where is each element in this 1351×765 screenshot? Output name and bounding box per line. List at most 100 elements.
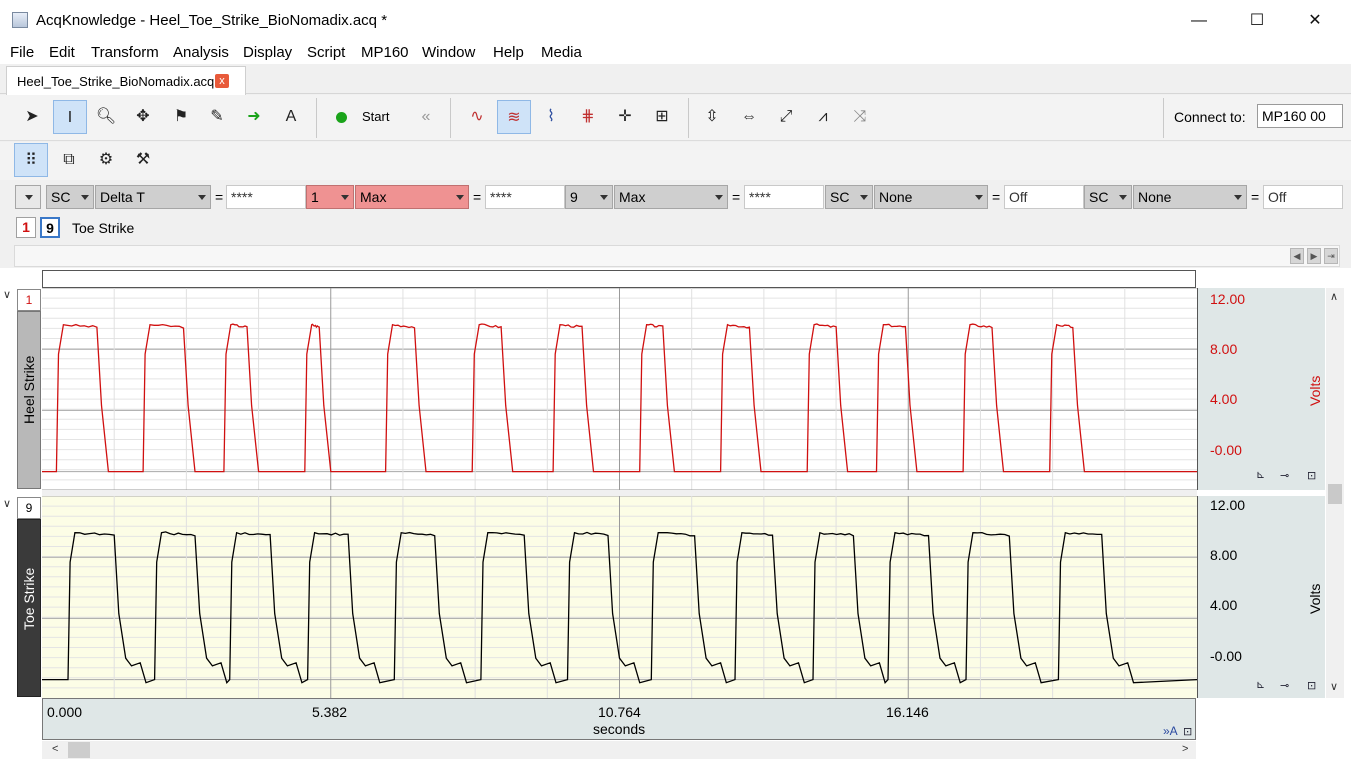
channel-1-number: 1 bbox=[17, 289, 41, 311]
xy-plot-icon[interactable]: ⌇ bbox=[534, 100, 568, 134]
horizontal-scroll-thumb[interactable] bbox=[68, 742, 90, 758]
waveform-plot[interactable] bbox=[42, 288, 1197, 698]
scroll-left-icon[interactable]: < bbox=[52, 743, 58, 755]
connect-select[interactable]: MP160 00 bbox=[1257, 104, 1343, 128]
grid-dots-icon[interactable]: ⠿ bbox=[14, 143, 48, 177]
measurement-expand-button[interactable] bbox=[15, 185, 41, 209]
channel-1-label-bar[interactable]: Heel Strike bbox=[17, 311, 41, 489]
i-beam-cursor-icon[interactable]: I bbox=[53, 100, 87, 134]
event-strip[interactable] bbox=[42, 270, 1196, 288]
top-scrollbar[interactable] bbox=[14, 245, 1340, 267]
menu-transform[interactable]: Transform bbox=[91, 44, 159, 61]
gear-icon[interactable]: ⚙ bbox=[89, 143, 123, 177]
m5-type-dropdown[interactable]: None bbox=[1133, 185, 1247, 209]
m4-channel-dropdown[interactable]: SC bbox=[825, 185, 873, 209]
annotation-icon[interactable]: A bbox=[274, 100, 308, 134]
scroll-icon[interactable]: ✥ bbox=[126, 100, 160, 134]
grid-layout-icon[interactable]: ⊞ bbox=[645, 100, 679, 134]
horizontal-scrollbar[interactable]: < > bbox=[42, 741, 1196, 759]
document-tab-close-icon[interactable]: x bbox=[215, 74, 229, 88]
channel-9-unit: Volts bbox=[1307, 583, 1323, 614]
arrow-cursor-icon[interactable]: ➤ bbox=[15, 100, 49, 134]
stacked-waves-icon[interactable]: ≋ bbox=[497, 100, 531, 134]
collapse-caret-icon[interactable]: ∨ bbox=[3, 288, 11, 301]
toolbar-separator bbox=[1163, 98, 1164, 138]
m1-channel-dropdown[interactable]: SC bbox=[46, 185, 94, 209]
m1-channel-value: SC bbox=[51, 189, 71, 205]
scroll-right-icon[interactable]: > bbox=[1182, 743, 1188, 755]
lock-icon[interactable]: ⊡ bbox=[1183, 725, 1192, 738]
m4-type-dropdown[interactable]: None bbox=[874, 185, 988, 209]
m3-type-dropdown[interactable]: Max bbox=[614, 185, 728, 209]
m2-channel-dropdown[interactable]: 1 bbox=[306, 185, 354, 209]
menu-mp160[interactable]: MP160 bbox=[361, 44, 409, 61]
channel-9-ytick: 4.00 bbox=[1210, 597, 1238, 613]
rewind-icon[interactable]: « bbox=[409, 100, 443, 134]
fit-all-icon[interactable]: ⤢ bbox=[769, 100, 803, 134]
channel-9-button[interactable]: 9 bbox=[40, 217, 60, 238]
start-button[interactable]: Start bbox=[326, 100, 410, 134]
lock-icon[interactable]: ⊡ bbox=[1307, 679, 1316, 692]
overlap-waves-icon[interactable]: ∿ bbox=[460, 100, 494, 134]
vertical-scrollbar[interactable]: ∧ ∨ bbox=[1326, 288, 1344, 698]
axis-scale-icon[interactable]: ⊸ bbox=[1280, 469, 1289, 482]
m5-channel-dropdown[interactable]: SC bbox=[1084, 185, 1132, 209]
axis-settings-icon[interactable]: ⊾ bbox=[1256, 468, 1265, 481]
menu-file[interactable]: File bbox=[10, 44, 34, 61]
waveform-icon[interactable]: ⩘ bbox=[806, 100, 840, 134]
maximize-button[interactable]: ☐ bbox=[1234, 6, 1280, 36]
m1-type-value: Delta T bbox=[100, 189, 145, 205]
scroll-right-icon[interactable]: ▶ bbox=[1307, 248, 1321, 264]
tools-icon[interactable]: ⚒ bbox=[126, 143, 160, 177]
document-tab[interactable]: Heel_Toe_Strike_BioNomadix.acq x bbox=[6, 66, 246, 95]
m5-channel-value: SC bbox=[1089, 189, 1109, 205]
menu-window[interactable]: Window bbox=[422, 44, 475, 61]
menu-analysis[interactable]: Analysis bbox=[173, 44, 229, 61]
channel-9-ytick: 8.00 bbox=[1210, 547, 1238, 563]
autoscale-vertical-icon[interactable]: ⇳ bbox=[695, 100, 729, 134]
scroll-left-icon[interactable]: ◀ bbox=[1290, 248, 1304, 264]
menu-edit[interactable]: Edit bbox=[49, 44, 75, 61]
scope-icon[interactable]: ⋕ bbox=[571, 100, 605, 134]
add-window-icon[interactable]: ⧉ bbox=[52, 143, 86, 177]
m3-equals: = bbox=[732, 189, 741, 205]
scroll-down-icon[interactable]: ∨ bbox=[1330, 680, 1338, 693]
collapse-caret-icon[interactable]: ∨ bbox=[3, 497, 11, 510]
m3-channel-dropdown[interactable]: 9 bbox=[565, 185, 613, 209]
m2-equals: = bbox=[473, 189, 482, 205]
channel-9-label-bar[interactable]: Toe Strike bbox=[17, 519, 41, 697]
channel-9-label: Toe Strike bbox=[21, 567, 37, 630]
xtick: 0.000 bbox=[47, 704, 83, 720]
xtick: 16.146 bbox=[886, 704, 929, 720]
close-button[interactable]: ✕ bbox=[1292, 6, 1338, 36]
axis-settings-icon[interactable]: ⊾ bbox=[1256, 678, 1265, 691]
scroll-end-icon[interactable]: ⇥ bbox=[1324, 248, 1338, 264]
m4-equals: = bbox=[992, 189, 1001, 205]
menu-help[interactable]: Help bbox=[493, 44, 524, 61]
autoscale-time-icon[interactable]: »A bbox=[1163, 724, 1178, 738]
menu-media[interactable]: Media bbox=[541, 44, 582, 61]
menu-script[interactable]: Script bbox=[307, 44, 345, 61]
channel-1-ytick: 8.00 bbox=[1210, 341, 1238, 357]
channel-1-button[interactable]: 1 bbox=[16, 217, 36, 238]
secondary-toolbar bbox=[0, 142, 1351, 180]
scroll-up-icon[interactable]: ∧ bbox=[1330, 290, 1338, 303]
autoscale-horizontal-icon[interactable]: ⇔ bbox=[732, 100, 766, 134]
overlay-icon[interactable]: ⤨ bbox=[843, 100, 877, 134]
m1-type-dropdown[interactable]: Delta T bbox=[95, 185, 211, 209]
zoom-icon[interactable]: 🔍︎ bbox=[89, 100, 123, 134]
document-tab-label: Heel_Toe_Strike_BioNomadix.acq bbox=[17, 74, 215, 89]
axis-scale-icon[interactable]: ⊸ bbox=[1280, 679, 1289, 692]
lock-icon[interactable]: ⊡ bbox=[1307, 469, 1316, 482]
cursor-split-icon[interactable]: ✛ bbox=[608, 100, 642, 134]
menu-display[interactable]: Display bbox=[243, 44, 292, 61]
event-flag-icon[interactable]: ⚑ bbox=[164, 100, 198, 134]
marker-icon[interactable]: ✎ bbox=[200, 100, 234, 134]
m2-type-dropdown[interactable]: Max bbox=[355, 185, 469, 209]
vertical-scroll-thumb[interactable] bbox=[1328, 484, 1342, 504]
m3-channel-value: 9 bbox=[570, 189, 578, 205]
m2-channel-value: 1 bbox=[311, 189, 319, 205]
m2-type-value: Max bbox=[360, 189, 387, 205]
minimize-button[interactable]: — bbox=[1176, 6, 1222, 36]
go-arrow-icon[interactable]: ➜ bbox=[237, 100, 271, 134]
